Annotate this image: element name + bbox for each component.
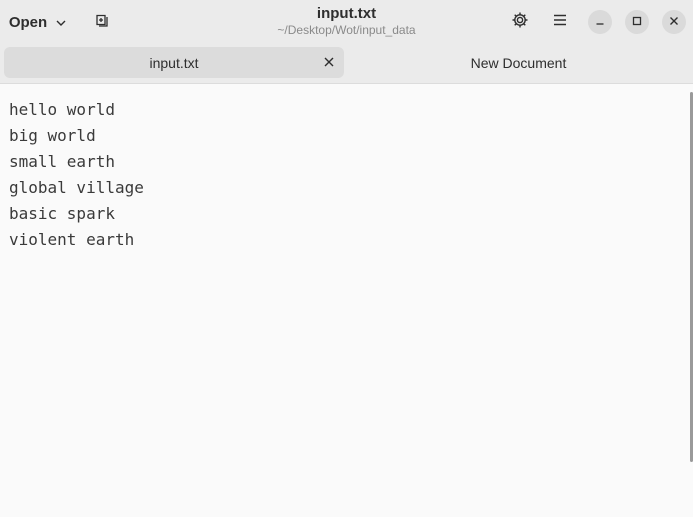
text-editor-area[interactable]: hello world big world small earth global… <box>0 85 690 517</box>
tab-close-button[interactable] <box>322 55 336 69</box>
editor-line[interactable]: hello world <box>0 97 690 123</box>
editor-line[interactable]: basic spark <box>0 201 690 227</box>
new-tab-icon <box>94 12 110 33</box>
editor-line[interactable]: small earth <box>0 149 690 175</box>
editor-line[interactable]: violent earth <box>0 227 690 253</box>
open-button[interactable]: Open <box>4 8 72 36</box>
minimize-button[interactable] <box>588 10 612 34</box>
open-button-label: Open <box>8 13 48 31</box>
minimize-icon <box>595 13 605 31</box>
close-icon <box>324 57 334 67</box>
tab-bar: input.txt New Document <box>0 44 693 84</box>
main-menu-button[interactable] <box>545 8 575 36</box>
close-window-button[interactable] <box>662 10 686 34</box>
window-title-area: input.txt ~/Desktop/Wot/input_data <box>200 5 493 38</box>
tab-label: input.txt <box>149 54 199 71</box>
tab-new-document[interactable]: New Document <box>348 47 689 78</box>
tab-input-txt[interactable]: input.txt <box>4 47 344 78</box>
text-editor-window: Open input.txt ~/Desktop/Wot/input_data <box>0 0 693 517</box>
close-icon <box>669 13 679 31</box>
tab-label: New Document <box>470 54 567 71</box>
maximize-button[interactable] <box>625 10 649 34</box>
window-subtitle: ~/Desktop/Wot/input_data <box>277 23 416 37</box>
header-bar: Open input.txt ~/Desktop/Wot/input_data <box>0 0 693 44</box>
maximize-icon <box>632 13 642 31</box>
editor-line[interactable]: global village <box>0 175 690 201</box>
gear-icon <box>511 11 529 34</box>
window-title: input.txt <box>316 5 377 22</box>
editor-line[interactable]: big world <box>0 123 690 149</box>
settings-button[interactable] <box>505 8 535 36</box>
hamburger-menu-icon <box>552 12 568 33</box>
new-tab-button[interactable] <box>86 8 118 36</box>
chevron-down-icon <box>55 16 67 28</box>
